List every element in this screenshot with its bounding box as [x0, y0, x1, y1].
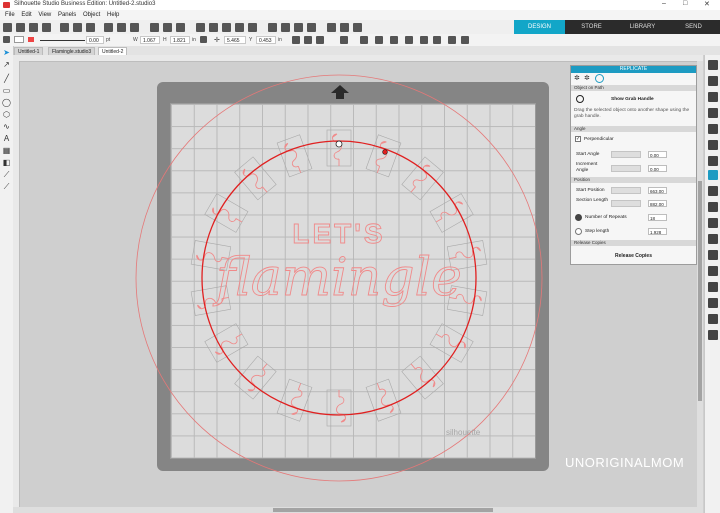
section-angle: Angle — [571, 126, 696, 132]
start-angle-field[interactable]: 0.00 — [648, 151, 667, 158]
replicate-mirror-icon[interactable]: ✲ — [574, 74, 580, 82]
text-style-icon[interactable] — [708, 156, 718, 166]
perpendicular-checkbox[interactable]: ✓ — [575, 136, 581, 142]
step-length-field[interactable]: 1.928 — [648, 228, 667, 235]
increment-angle-label: Increment Angle — [576, 162, 598, 173]
number-of-repeats-label: Number of Repeats — [585, 215, 627, 220]
flamingo-copy[interactable] — [326, 389, 352, 427]
replicate-grid-icon[interactable]: ✲ — [584, 74, 590, 82]
offset-icon[interactable] — [708, 140, 718, 150]
trace-panel-icon[interactable] — [708, 298, 718, 308]
flamingo-copy[interactable] — [401, 156, 444, 201]
start-position-label: Start Position — [576, 188, 605, 193]
step-length-radio[interactable] — [575, 228, 582, 235]
design-text-flamingle[interactable]: flamingle — [212, 248, 463, 309]
start-angle-label: Start Angle — [576, 152, 600, 157]
start-position-slider[interactable] — [611, 187, 641, 194]
flamingo-copy[interactable] — [401, 355, 444, 400]
library-icon[interactable] — [708, 76, 718, 86]
grab-handle-icon — [576, 95, 584, 103]
replicate-panel-icon[interactable] — [708, 170, 718, 180]
perpendicular-label: Perpendicular — [584, 137, 614, 142]
number-of-repeats-radio[interactable] — [575, 214, 582, 221]
layers-icon[interactable] — [708, 266, 718, 276]
line-style-icon[interactable] — [708, 108, 718, 118]
design-store-icon[interactable] — [708, 282, 718, 292]
start-angle-slider[interactable] — [611, 151, 641, 158]
flamingo-copy[interactable] — [276, 378, 313, 422]
section-length-slider[interactable] — [611, 200, 641, 207]
horizontal-scrollbar[interactable] — [13, 507, 703, 513]
number-of-repeats-field[interactable]: 18 — [648, 214, 667, 221]
shapes-icon[interactable] — [708, 250, 718, 260]
nesting-icon[interactable] — [708, 330, 718, 340]
replicate-panel: REPLICATE ✲ ✲ Object on Path Show Grab H… — [570, 65, 697, 265]
grab-handle-end[interactable] — [382, 149, 388, 155]
section-position: Position — [571, 177, 696, 183]
star-icon[interactable] — [708, 234, 718, 244]
design-text-lets[interactable]: LET'S — [292, 218, 385, 250]
fill-pattern-icon[interactable] — [708, 124, 718, 134]
vertical-scrollbar[interactable] — [697, 61, 703, 507]
flamingo-copy[interactable] — [234, 355, 277, 400]
grab-handle-start[interactable] — [335, 140, 343, 148]
replicate-path-icon[interactable] — [595, 74, 604, 83]
page-setup-icon[interactable] — [708, 60, 718, 70]
section-release-copies: Release Copies — [571, 240, 696, 246]
release-copies-button[interactable]: Release Copies — [591, 252, 676, 261]
flamingo-copy[interactable] — [326, 129, 352, 167]
instructions-text: Drag the selected object onto another sh… — [574, 108, 690, 119]
section-object-on-path: Object on Path — [571, 85, 696, 91]
watermark-text: UNORIGINALMOM — [565, 455, 685, 470]
flamingo-copy[interactable] — [276, 134, 313, 178]
color-icon[interactable] — [708, 92, 718, 102]
modify-icon[interactable] — [708, 202, 718, 212]
knife-panel-icon[interactable] — [708, 218, 718, 228]
show-grab-handle-button[interactable]: Show Grab Handle — [611, 97, 654, 102]
increment-angle-slider[interactable] — [611, 165, 641, 172]
panel-title: REPLICATE — [571, 66, 696, 73]
step-length-label: Step length — [585, 229, 610, 234]
section-length-field[interactable]: 882.00 — [648, 200, 667, 207]
flamingo-copy[interactable] — [234, 156, 277, 201]
flamingo-copy[interactable] — [365, 134, 402, 178]
print-cut-panel-icon[interactable] — [708, 314, 718, 324]
start-position-field[interactable]: 663.00 — [648, 187, 667, 194]
mat-brand-logo: silhouette — [446, 428, 480, 437]
flamingo-copy[interactable] — [365, 378, 402, 422]
horizontal-scroll-thumb[interactable] — [273, 508, 493, 512]
increment-angle-field[interactable]: 0.00 — [648, 165, 667, 172]
right-panel-toolbar — [704, 55, 720, 513]
section-length-label: Section Length — [576, 198, 609, 203]
brand-text: silhouette — [446, 428, 481, 437]
vertical-scroll-thumb[interactable] — [698, 181, 702, 401]
transform-icon[interactable] — [708, 186, 718, 196]
